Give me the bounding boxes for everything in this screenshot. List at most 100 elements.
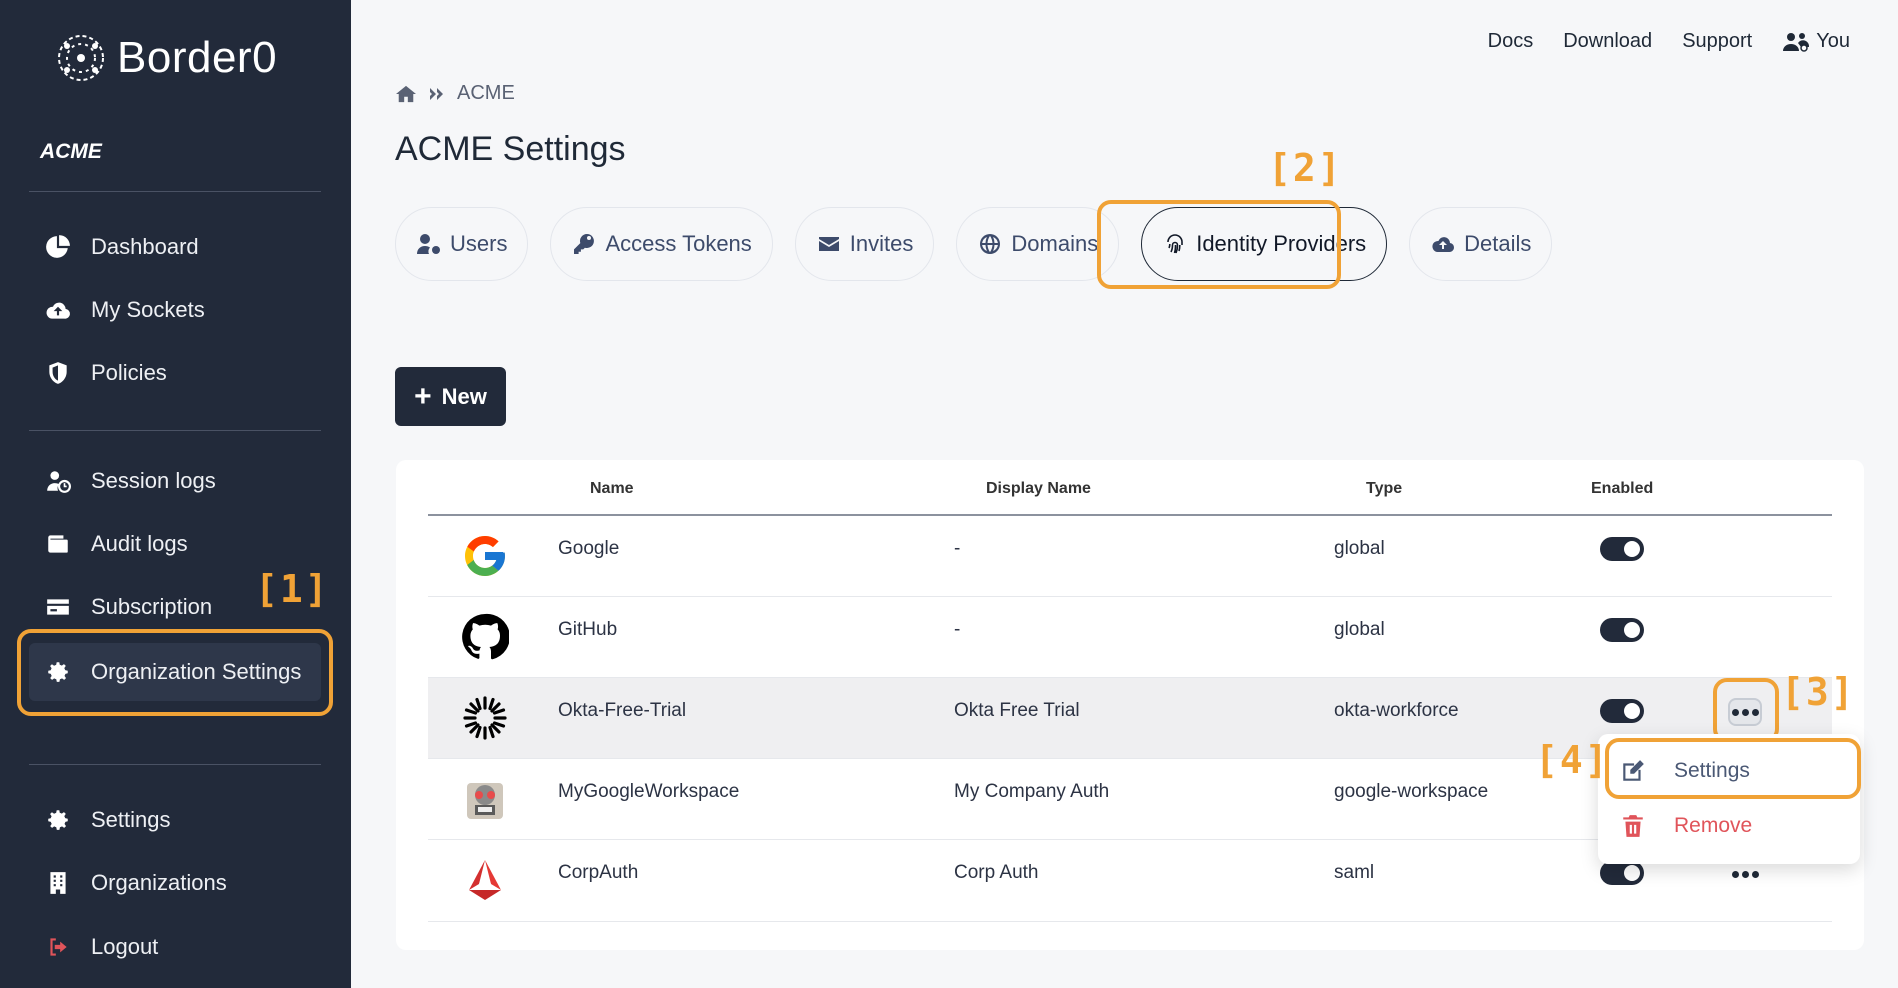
tab-users[interactable]: Users <box>395 207 529 281</box>
globe-icon <box>980 234 1001 254</box>
provider-name: Okta-Free-Trial <box>558 700 687 721</box>
page-title: ACME Settings <box>395 130 626 168</box>
sidebar-item-label: Settings <box>91 807 171 832</box>
provider-display-name: Okta Free Trial <box>954 700 1080 721</box>
tab-label: Users <box>450 231 508 256</box>
sidebar-item-label: Audit logs <box>91 531 188 556</box>
support-link[interactable]: Support <box>1682 30 1752 53</box>
menu-item-settings[interactable]: Settings <box>1598 746 1860 796</box>
sidebar-item-label: Session logs <box>91 468 216 493</box>
corpauth-logo-icon <box>460 855 510 905</box>
table-row[interactable]: GitHub - global <box>428 597 1832 678</box>
menu-item-label: Settings <box>1674 759 1750 782</box>
provider-display-name: - <box>954 619 961 640</box>
column-header-name[interactable]: Name <box>590 480 634 498</box>
tab-identity-providers[interactable]: Identity Providers <box>1141 207 1388 281</box>
sidebar-item-label: Organization Settings <box>91 659 302 684</box>
brand-logo[interactable]: Border0 <box>55 32 277 84</box>
sidebar-item-my-sockets[interactable]: My Sockets <box>29 281 321 339</box>
provider-name: Google <box>558 538 620 559</box>
users-cog-icon <box>1783 32 1810 52</box>
tab-details[interactable]: Details <box>1409 207 1553 281</box>
plus-icon: + <box>414 379 432 413</box>
sidebar-item-label: Dashboard <box>91 234 199 259</box>
provider-display-name: Corp Auth <box>954 862 1039 883</box>
tab-access-tokens[interactable]: Access Tokens <box>550 207 773 281</box>
settings-tabs: Users Access Tokens Invites Domains Iden… <box>395 207 1553 281</box>
tab-label: Access Tokens <box>605 231 752 256</box>
column-header-display-name[interactable]: Display Name <box>986 480 1091 498</box>
sidebar-divider <box>29 430 321 431</box>
sidebar-item-policies[interactable]: Policies <box>29 344 321 402</box>
annotation-label-3: [3] <box>1781 670 1856 714</box>
tab-label: Domains <box>1011 231 1099 256</box>
row-actions-button[interactable] <box>1728 698 1762 726</box>
new-button-label: New <box>441 383 487 409</box>
edit-icon <box>1623 760 1644 781</box>
envelope-icon <box>818 237 839 251</box>
row-actions-button[interactable] <box>1728 860 1762 888</box>
docs-link[interactable]: Docs <box>1488 30 1534 53</box>
tab-label: Details <box>1464 231 1532 256</box>
annotation-label-1: [1] <box>255 567 330 611</box>
annotation-label-4: [4] <box>1535 738 1610 782</box>
sidebar-item-label: Organizations <box>91 870 227 895</box>
provider-display-name: My Company Auth <box>954 781 1110 802</box>
sidebar-item-dashboard[interactable]: Dashboard <box>29 218 321 276</box>
download-link[interactable]: Download <box>1563 30 1652 53</box>
gear-icon <box>43 659 73 685</box>
sidebar: Border0 ACME Dashboard My Sockets Polici… <box>0 0 351 988</box>
tab-invites[interactable]: Invites <box>794 207 935 281</box>
workspace-avatar-icon <box>460 774 510 824</box>
new-identity-provider-button[interactable]: + New <box>395 367 506 426</box>
enabled-toggle[interactable] <box>1600 537 1644 561</box>
home-icon[interactable] <box>395 84 417 104</box>
sidebar-item-settings[interactable]: Settings <box>29 791 321 849</box>
key-icon <box>574 233 595 254</box>
github-logo-icon <box>460 612 510 662</box>
sidebar-item-organizations[interactable]: Organizations <box>29 854 321 912</box>
enabled-toggle[interactable] <box>1600 618 1644 642</box>
user-cog-icon <box>417 234 440 254</box>
enabled-toggle[interactable] <box>1600 699 1644 723</box>
tab-label: Identity Providers <box>1196 231 1367 256</box>
user-menu[interactable]: You <box>1782 30 1850 53</box>
ellipsis-dot <box>1741 708 1749 716</box>
gear-icon <box>43 807 73 833</box>
provider-name: CorpAuth <box>558 862 639 883</box>
sidebar-item-logout[interactable]: Logout <box>29 918 321 976</box>
trash-icon <box>1623 815 1643 837</box>
annotation-label-2: [2] <box>1268 146 1343 190</box>
column-header-enabled[interactable]: Enabled <box>1591 480 1653 498</box>
sidebar-item-audit-logs[interactable]: Audit logs <box>29 515 321 573</box>
menu-item-remove[interactable]: Remove <box>1598 801 1860 851</box>
provider-name: GitHub <box>558 619 618 640</box>
user-clock-icon <box>43 468 73 494</box>
identity-providers-table: Name Display Name Type Enabled Google - … <box>396 460 1864 950</box>
ellipsis-dot <box>1751 870 1759 878</box>
sidebar-item-session-logs[interactable]: Session logs <box>29 452 321 510</box>
breadcrumb-current[interactable]: ACME <box>457 82 515 105</box>
sidebar-item-label: Subscription <box>91 594 213 619</box>
sidebar-item-organization-settings[interactable]: Organization Settings <box>29 643 321 701</box>
ellipsis-dot <box>1731 708 1739 716</box>
double-chevron-right-icon <box>430 87 443 100</box>
provider-display-name: - <box>954 538 961 559</box>
brand-name: Border0 <box>117 33 278 82</box>
fingerprint-icon <box>1167 234 1184 254</box>
provider-type: saml <box>1334 862 1375 883</box>
ellipsis-dot <box>1751 708 1759 716</box>
provider-type: okta-workforce <box>1334 700 1459 721</box>
column-header-type[interactable]: Type <box>1366 480 1402 498</box>
sidebar-item-label: Policies <box>91 360 167 385</box>
wallet-icon <box>43 531 73 557</box>
provider-name: MyGoogleWorkspace <box>558 781 740 802</box>
table-row[interactable]: Google - global <box>428 516 1832 597</box>
okta-logo-icon <box>460 693 510 743</box>
provider-type: global <box>1334 538 1385 559</box>
cloud-upload-icon <box>43 297 73 323</box>
credit-card-icon <box>43 594 73 620</box>
google-logo-icon <box>460 531 510 581</box>
enabled-toggle[interactable] <box>1600 861 1644 885</box>
tab-domains[interactable]: Domains <box>956 207 1120 281</box>
